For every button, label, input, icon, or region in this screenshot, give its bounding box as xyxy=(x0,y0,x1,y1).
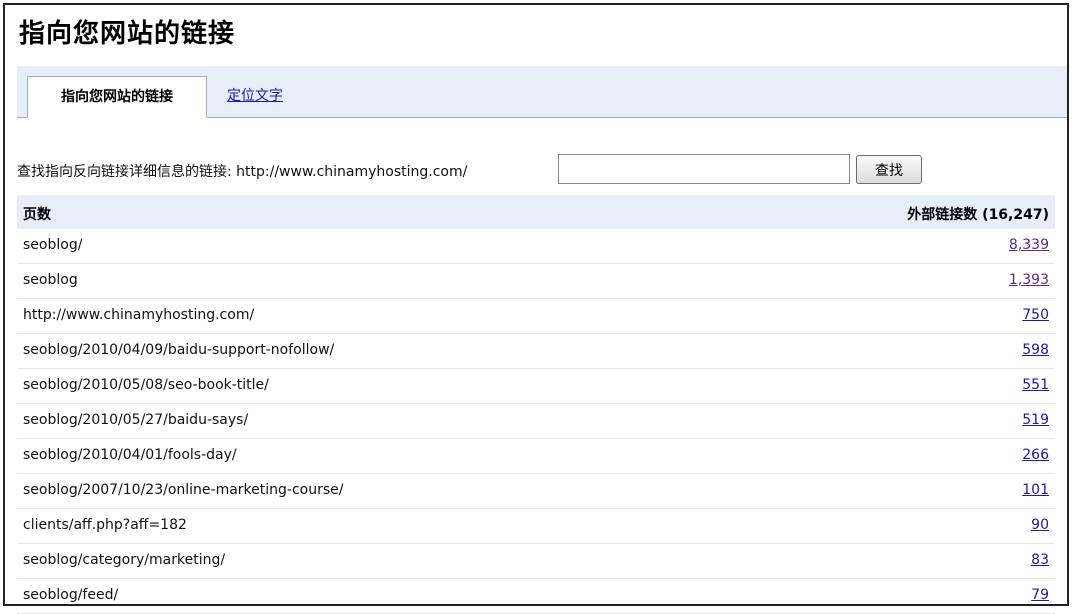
page-url: seoblog/2010/04/09/baidu-support-nofollo… xyxy=(23,342,335,358)
page-url: seoblog xyxy=(23,272,78,288)
link-count[interactable]: 83 xyxy=(1031,552,1049,568)
page-url: seoblog/2007/10/23/online-marketing-cour… xyxy=(23,482,344,498)
table-row: seoblog 1,393 xyxy=(17,264,1055,299)
search-button[interactable]: 查找 xyxy=(856,155,922,184)
tab-anchor-text[interactable]: 定位文字 xyxy=(213,76,297,117)
link-count[interactable]: 1,393 xyxy=(1009,272,1049,288)
tab-links-to-site[interactable]: 指向您网站的链接 xyxy=(27,76,207,118)
search-label: 查找指向反向链接详细信息的链接: http://www.chinamyhosti… xyxy=(17,164,468,180)
page-url: seoblog/2010/04/01/fools-day/ xyxy=(23,447,237,463)
page-url: seoblog/ xyxy=(23,237,83,253)
link-count[interactable]: 519 xyxy=(1022,412,1049,428)
table-row: seoblog/2007/10/23/online-marketing-cour… xyxy=(17,474,1055,509)
links-table: 页数 外部链接数 (16,247) seoblog/8,339 seoblog 1,… xyxy=(17,195,1055,614)
link-count[interactable]: 551 xyxy=(1022,377,1049,393)
table-body: seoblog/8,339 seoblog 1,393 http://www.chin… xyxy=(17,229,1055,614)
header-external-links: 外部链接数 (16,247) xyxy=(907,207,1049,223)
page-url: seoblog/feed/ xyxy=(23,587,119,603)
content-frame: 指向您网站的链接 指向您网站的链接 定位文字 查找指向反向链接详细信息的链接: … xyxy=(3,3,1069,614)
link-count[interactable]: 598 xyxy=(1022,342,1049,358)
page-title: 指向您网站的链接 xyxy=(19,19,236,49)
table-row: seoblog/feed/79 xyxy=(17,579,1055,614)
link-count[interactable]: 101 xyxy=(1022,482,1049,498)
page-url: seoblog/2010/05/08/seo-book-title/ xyxy=(23,377,269,393)
page-url: http://www.chinamyhosting.com/ xyxy=(23,307,255,323)
tab-bar: 指向您网站的链接 定位文字 xyxy=(17,66,1067,118)
search-row: 查找指向反向链接详细信息的链接: http://www.chinamyhosti… xyxy=(17,153,1057,187)
table-header: 页数 外部链接数 (16,247) xyxy=(17,195,1055,229)
table-row: clients/aff.php?aff=182 90 xyxy=(17,509,1055,544)
page-url: clients/aff.php?aff=182 xyxy=(23,517,187,533)
link-count[interactable]: 8,339 xyxy=(1009,237,1049,253)
table-row: seoblog/2010/05/08/seo-book-title/551 xyxy=(17,369,1055,404)
link-count[interactable]: 266 xyxy=(1022,447,1049,463)
table-row: seoblog/2010/05/27/baidu-says/519 xyxy=(17,404,1055,439)
table-row: seoblog/2010/04/09/baidu-support-nofollo… xyxy=(17,334,1055,369)
link-count[interactable]: 79 xyxy=(1031,587,1049,603)
header-pages: 页数 xyxy=(23,207,51,223)
table-row: seoblog/2010/04/01/fools-day/266 xyxy=(17,439,1055,474)
table-row: http://www.chinamyhosting.com/750 xyxy=(17,299,1055,334)
page-url: seoblog/category/marketing/ xyxy=(23,552,226,568)
link-count[interactable]: 90 xyxy=(1031,517,1049,533)
table-row: seoblog/category/marketing/83 xyxy=(17,544,1055,579)
table-row: seoblog/8,339 xyxy=(17,229,1055,264)
link-count[interactable]: 750 xyxy=(1022,307,1049,323)
search-input[interactable] xyxy=(558,154,850,184)
page-url: seoblog/2010/05/27/baidu-says/ xyxy=(23,412,249,428)
